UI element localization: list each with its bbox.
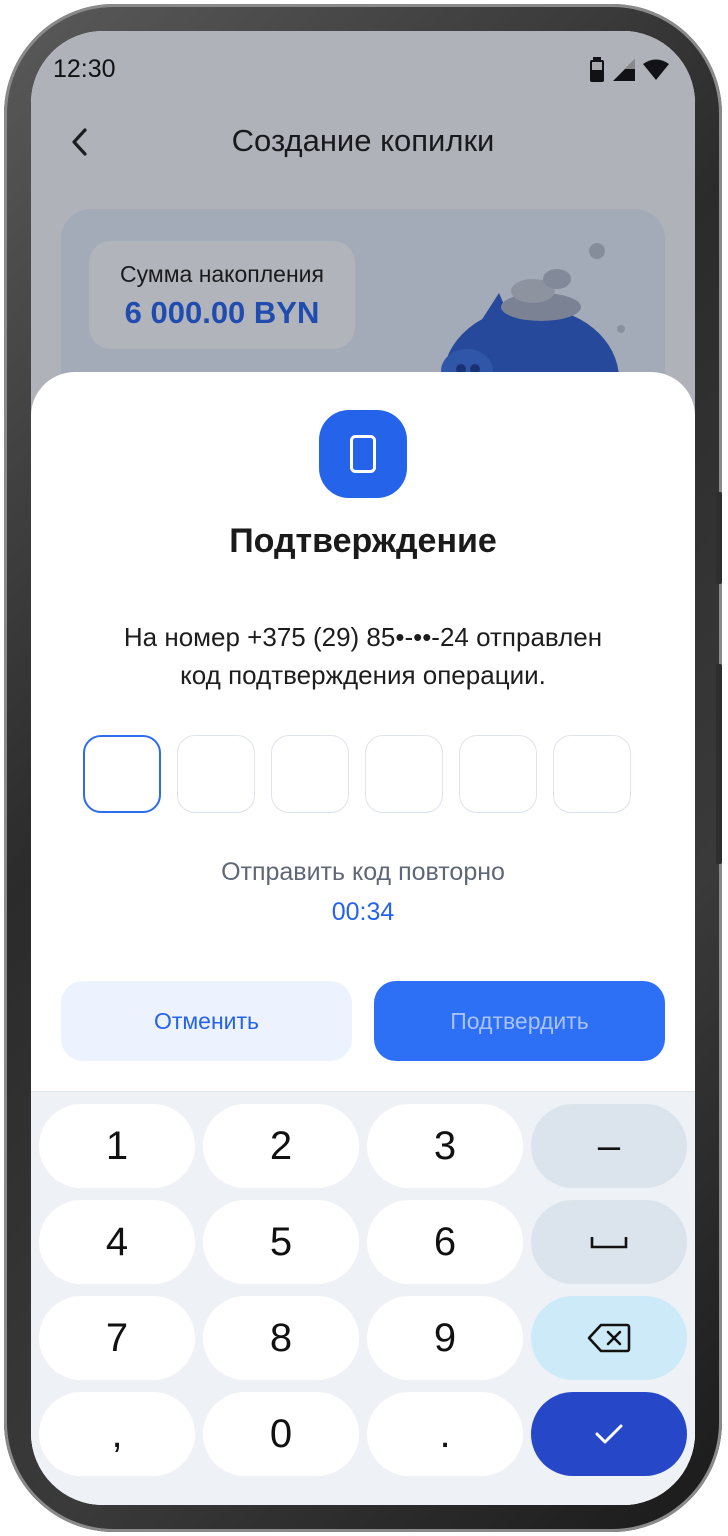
key-7[interactable]: 7 [39, 1296, 195, 1380]
sheet-icon-tile [319, 410, 407, 498]
code-digit-4[interactable] [365, 735, 443, 813]
key-0[interactable]: 0 [203, 1392, 359, 1476]
confirm-button[interactable]: Подтвердить [374, 981, 665, 1061]
sheet-title: Подтверждение [229, 522, 497, 560]
code-digit-6[interactable] [553, 735, 631, 813]
backspace-icon [587, 1323, 631, 1353]
sheet-message: На номер +375 (29) 85•-••-24 отправлен к… [71, 618, 655, 694]
key-8[interactable]: 8 [203, 1296, 359, 1380]
confirmation-sheet: Подтверждение На номер +375 (29) 85•-••-… [31, 372, 695, 1505]
phone-icon [350, 435, 376, 473]
code-digit-5[interactable] [459, 735, 537, 813]
power-button [716, 492, 722, 584]
key-4[interactable]: 4 [39, 1200, 195, 1284]
sheet-message-line1: На номер +375 (29) 85•-••-24 отправлен [123, 622, 603, 652]
key-period[interactable]: . [367, 1392, 523, 1476]
code-digit-2[interactable] [177, 735, 255, 813]
code-input-row [83, 735, 631, 813]
volume-button [716, 664, 722, 864]
space-icon [590, 1237, 628, 1249]
key-minus[interactable]: – [531, 1104, 687, 1188]
numeric-keypad: 1 2 3 – 4 5 6 7 8 9 , 0 . [31, 1091, 695, 1505]
key-backspace[interactable] [531, 1296, 687, 1380]
key-space[interactable] [531, 1200, 687, 1284]
key-2[interactable]: 2 [203, 1104, 359, 1188]
key-9[interactable]: 9 [367, 1296, 523, 1380]
code-digit-3[interactable] [271, 735, 349, 813]
code-digit-1[interactable] [83, 735, 161, 813]
key-6[interactable]: 6 [367, 1200, 523, 1284]
resend-timer: 00:34 [331, 898, 395, 926]
cancel-button[interactable]: Отменить [61, 981, 352, 1061]
screen: 12:30 Создание копилки Сумма накопления … [31, 31, 695, 1505]
check-icon [595, 1424, 623, 1444]
key-comma[interactable]: , [39, 1392, 195, 1476]
key-enter[interactable] [531, 1392, 687, 1476]
key-3[interactable]: 3 [367, 1104, 523, 1188]
key-1[interactable]: 1 [39, 1104, 195, 1188]
sheet-message-line2: код подтверждения операции. [180, 660, 546, 690]
resend-code-label: Отправить код повторно [221, 858, 505, 886]
key-5[interactable]: 5 [203, 1200, 359, 1284]
